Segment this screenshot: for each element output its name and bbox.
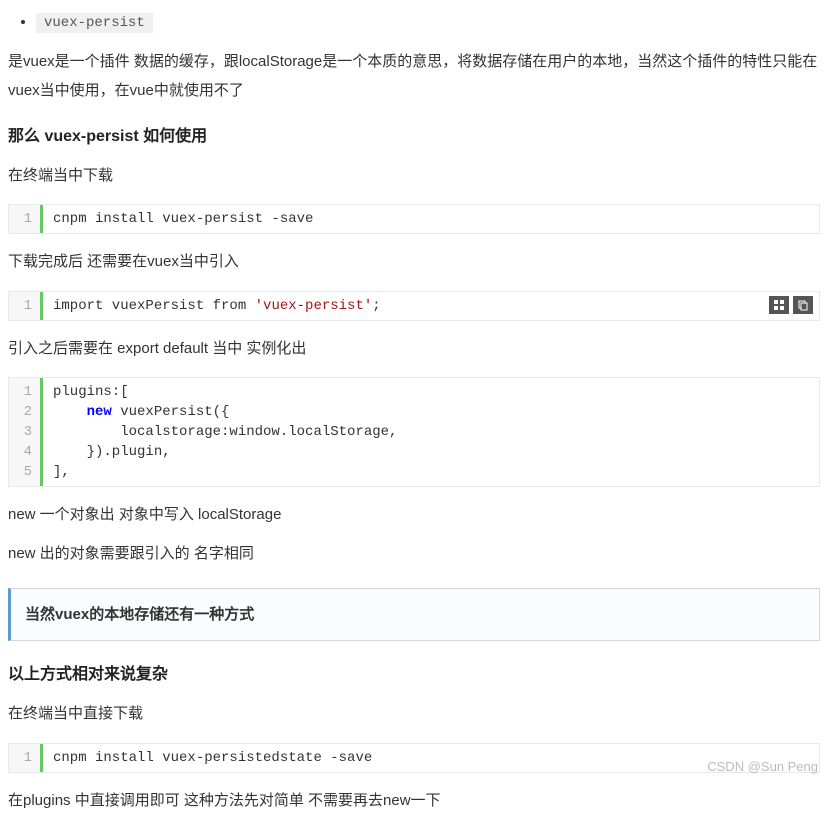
toggle-view-button[interactable] [769, 296, 789, 314]
code-content: import vuexPersist from 'vuex-persist'; [43, 292, 819, 320]
heading-complex: 以上方式相对来说复杂 [8, 661, 820, 690]
inline-code: vuex-persist [36, 13, 153, 33]
copy-icon [797, 299, 809, 311]
code-block-plugins: 1 2 3 4 5 plugins:[ new vuexPersist({ lo… [8, 377, 820, 487]
code-content: cnpm install vuex-persistedstate -save [43, 744, 819, 772]
grid-icon [773, 299, 785, 311]
watermark: CSDN @Sun Peng [707, 755, 818, 778]
paragraph: 在终端当中直接下载 [8, 700, 820, 729]
paragraph: new 出的对象需要跟引入的 名字相同 [8, 540, 820, 569]
intro-paragraph: 是vuex是一个插件 数据的缓存，跟localStorage是一个本质的意思，将… [8, 48, 820, 105]
code-block-install2: 1 cnpm install vuex-persistedstate -save [8, 743, 820, 773]
code-block-install: 1 cnpm install vuex-persist -save [8, 204, 820, 234]
paragraph: 在终端当中下载 [8, 162, 820, 191]
paragraph: new 一个对象出 对象中写入 localStorage [8, 501, 820, 530]
heading-how-to-use: 那么 vuex-persist 如何使用 [8, 123, 820, 152]
code-content: plugins:[ new vuexPersist({ localstorage… [43, 378, 819, 486]
blockquote-note: 当然vuex的本地存储还有一种方式 [8, 588, 820, 641]
copy-button[interactable] [793, 296, 813, 314]
blockquote-text: 当然vuex的本地存储还有一种方式 [25, 606, 254, 623]
code-toolbar [769, 296, 813, 314]
bullet-list: vuex-persist [8, 8, 820, 36]
code-block-import: 1 import vuexPersist from 'vuex-persist'… [8, 291, 820, 321]
list-item: vuex-persist [36, 8, 820, 36]
paragraph: 引入之后需要在 export default 当中 实例化出 [8, 335, 820, 364]
code-content: cnpm install vuex-persist -save [43, 205, 819, 233]
code-gutter: 1 [9, 205, 43, 233]
code-gutter: 1 [9, 292, 43, 320]
paragraph: 下载完成后 还需要在vuex当中引入 [8, 248, 820, 277]
code-gutter: 1 [9, 744, 43, 772]
code-gutter: 1 2 3 4 5 [9, 378, 43, 486]
paragraph: 在plugins 中直接调用即可 这种方法先对简单 不需要再去new一下 [8, 787, 820, 816]
